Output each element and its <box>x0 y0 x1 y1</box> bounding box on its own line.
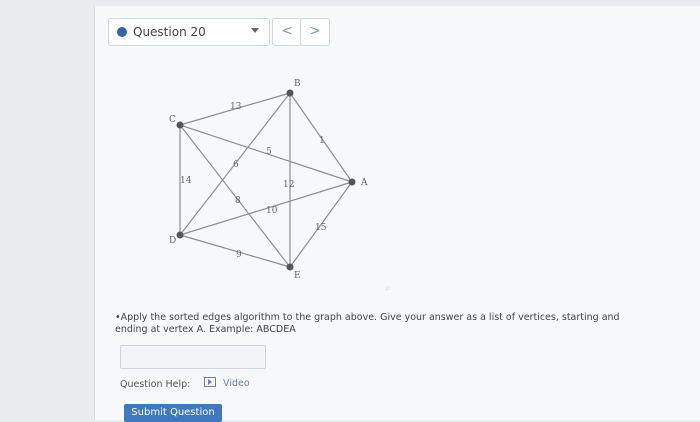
video-icon <box>204 377 216 387</box>
vertex-c <box>176 121 184 129</box>
status-dot-icon <box>117 27 127 37</box>
graph-edges <box>179 92 353 268</box>
vertex-a <box>348 178 356 186</box>
edge-weight-db: 6 <box>233 160 239 170</box>
edge-weight-be: 12 <box>283 180 294 190</box>
previous-question-button[interactable]: < <box>272 18 302 46</box>
magnifier-icon: ⌕ <box>385 283 391 294</box>
video-help-link[interactable]: Video <box>204 377 250 389</box>
vertex-b <box>286 89 294 97</box>
edge-weight-ea: 15 <box>315 223 327 233</box>
vertex-label-c: C <box>169 115 176 125</box>
graph-vertices <box>176 89 356 271</box>
question-label: Question 20 <box>133 25 206 39</box>
question-help-label: Question Help: <box>120 379 191 390</box>
edge-weight-cb: 13 <box>230 102 242 112</box>
edge-weight-labels: 13 1 5 8 14 6 12 10 9 15 <box>180 102 327 260</box>
answer-input[interactable] <box>120 345 266 369</box>
vertex-label-a: A <box>360 178 368 188</box>
edge-weight-cd: 14 <box>180 176 192 186</box>
edge-weight-ba: 1 <box>319 136 325 146</box>
vertex-e <box>286 263 294 271</box>
vertex-labels: A B C D E <box>169 79 368 281</box>
vertex-label-d: D <box>169 236 176 246</box>
question-select[interactable]: Question 20 <box>108 18 270 46</box>
vertex-label-e: E <box>294 271 301 281</box>
next-question-button[interactable]: > <box>300 18 330 46</box>
weighted-graph: A B C D E 13 1 5 8 14 6 12 10 9 15 <box>169 79 368 281</box>
submit-question-button[interactable]: Submit Question <box>124 404 222 422</box>
top-clipped-text: unanswered <box>200 0 260 4</box>
vertex-d <box>176 231 184 239</box>
question-instructions: •Apply the sorted edges algorithm to the… <box>115 312 620 335</box>
edge-weight-ce: 8 <box>235 196 241 206</box>
edge-de <box>179 234 291 268</box>
chevron-down-icon <box>251 28 259 33</box>
video-link-label: Video <box>223 378 250 389</box>
edge-weight-de: 9 <box>236 250 242 260</box>
edge-weight-ca: 5 <box>266 147 272 157</box>
vertex-label-b: B <box>294 79 301 89</box>
edge-weight-da: 10 <box>266 206 278 216</box>
